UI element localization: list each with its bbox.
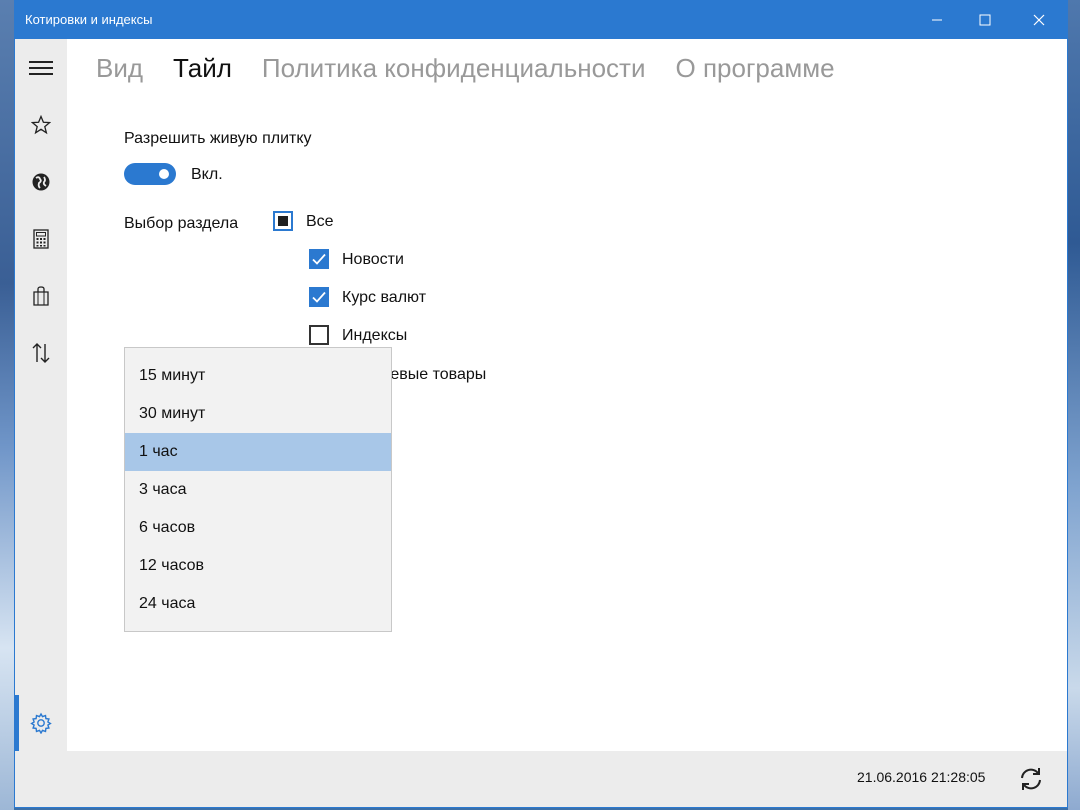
minimize-icon xyxy=(932,19,942,21)
checkbox-currency-label[interactable]: Курс валют xyxy=(342,289,426,307)
calculator-icon xyxy=(33,229,49,249)
minimize-button[interactable] xyxy=(913,1,961,39)
toggle-knob xyxy=(159,169,169,179)
dropdown-option[interactable]: 24 часа xyxy=(125,585,391,623)
checkbox-news-label[interactable]: Новости xyxy=(342,251,404,269)
hamburger-menu-button[interactable] xyxy=(15,48,67,88)
portfolio-nav-button[interactable] xyxy=(15,276,67,316)
dropdown-option[interactable]: 12 часов xyxy=(125,547,391,585)
dropdown-option[interactable]: 6 часов xyxy=(125,509,391,547)
desktop-background-right xyxy=(1068,0,1080,810)
checkmark-icon xyxy=(312,291,326,303)
checkbox-news[interactable] xyxy=(309,249,329,269)
close-button[interactable] xyxy=(1015,1,1063,39)
checkbox-all-label[interactable]: Все xyxy=(306,213,334,231)
close-icon xyxy=(1033,14,1045,26)
favorites-nav-button[interactable] xyxy=(15,105,67,145)
window-title: Котировки и индексы xyxy=(25,12,153,27)
world-markets-nav-button[interactable] xyxy=(15,162,67,202)
globe-icon xyxy=(32,173,50,191)
up-down-arrows-icon xyxy=(32,343,50,363)
hamburger-icon xyxy=(29,61,53,75)
tab-view[interactable]: Вид xyxy=(96,53,143,84)
tab-tile[interactable]: Тайл xyxy=(173,53,232,84)
checkbox-currency[interactable] xyxy=(309,287,329,307)
maximize-icon xyxy=(979,14,991,26)
desktop-background-left xyxy=(0,0,14,810)
currency-exchange-nav-button[interactable] xyxy=(15,333,67,373)
dropdown-option[interactable]: 30 минут xyxy=(125,395,391,433)
checkmark-icon xyxy=(312,253,326,265)
gear-icon xyxy=(30,712,52,734)
title-bar[interactable]: Котировки и индексы xyxy=(15,1,1067,39)
app-window: Котировки и индексы Вид Тайл Политика ко… xyxy=(14,0,1068,808)
calculator-nav-button[interactable] xyxy=(15,219,67,259)
star-icon xyxy=(31,115,51,135)
checkbox-commodities-label-partial: ...евые товары xyxy=(377,366,487,383)
tab-about[interactable]: О программе xyxy=(676,53,835,84)
dropdown-option-selected[interactable]: 1 час xyxy=(125,433,391,471)
refresh-icon xyxy=(1021,768,1041,790)
maximize-button[interactable] xyxy=(961,1,1009,39)
checkbox-indices[interactable] xyxy=(309,325,329,345)
live-tile-toggle[interactable] xyxy=(124,163,176,185)
toggle-state-label: Вкл. xyxy=(191,166,223,183)
dropdown-option[interactable]: 3 часа xyxy=(125,471,391,509)
tab-privacy-policy[interactable]: Политика конфиденциальности xyxy=(262,53,646,84)
shopping-bag-icon xyxy=(33,286,49,306)
last-updated-timestamp: 21.06.2016 21:28:05 xyxy=(857,769,986,785)
sidebar xyxy=(15,39,67,751)
checkbox-all[interactable] xyxy=(273,211,293,231)
refresh-button[interactable] xyxy=(1015,763,1047,795)
update-interval-dropdown[interactable]: 15 минут 30 минут 1 час 3 часа 6 часов 1… xyxy=(124,347,392,632)
settings-nav-button[interactable] xyxy=(15,695,67,751)
dropdown-option[interactable]: 15 минут xyxy=(125,357,391,395)
section-choice-label: Выбор раздела xyxy=(124,215,239,232)
settings-tabs: Вид Тайл Политика конфиденциальности О п… xyxy=(96,53,835,84)
status-bar: 21.06.2016 21:28:05 xyxy=(15,751,1067,807)
live-tile-label: Разрешить живую плитку xyxy=(124,130,312,147)
checkbox-indices-label[interactable]: Индексы xyxy=(342,327,407,345)
